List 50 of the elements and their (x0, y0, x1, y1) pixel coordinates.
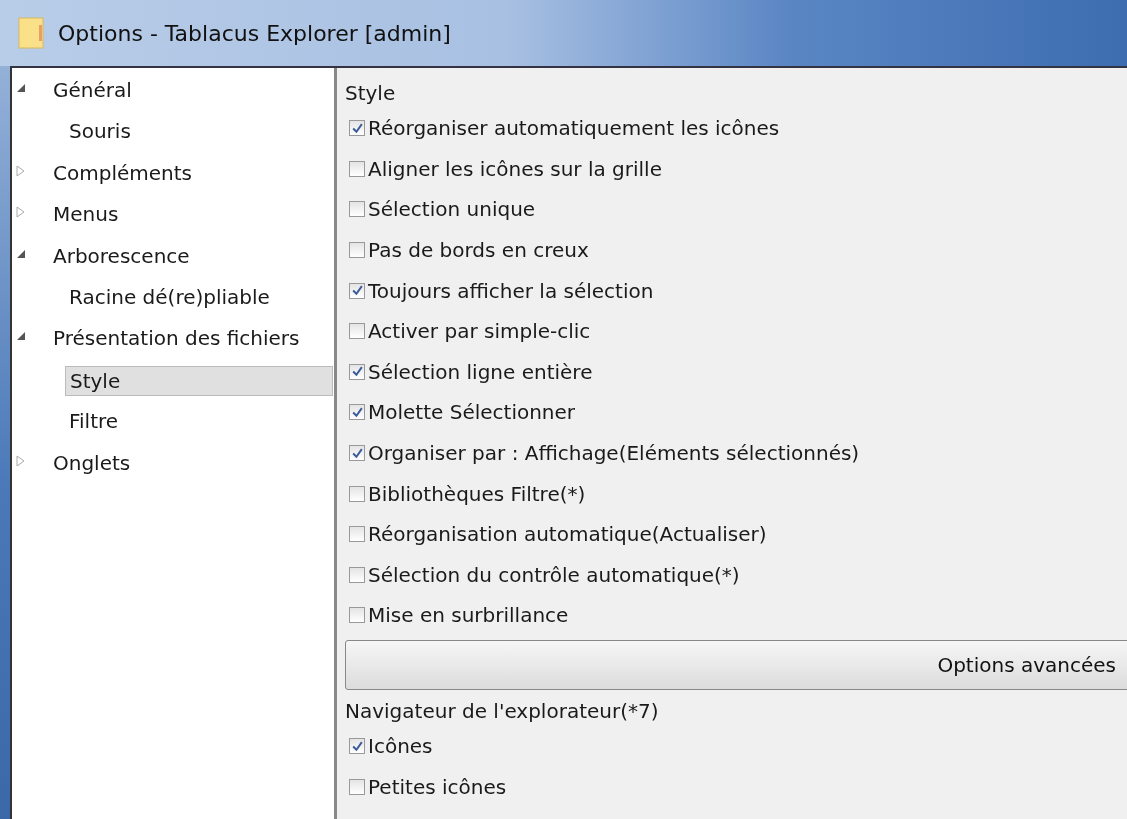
checkbox-label: Aligner les icônes sur la grille (368, 156, 662, 181)
checkbox-label: Sélection ligne entière (368, 359, 593, 384)
tree-item[interactable]: Compléments (49, 158, 196, 187)
tree-item[interactable]: Filtre (65, 407, 123, 436)
checkbox[interactable] (349, 323, 365, 340)
tree-item[interactable]: Arborescence (49, 241, 194, 270)
checkbox-label: Organiser par : Affichage(Eléments sélectionnés) (368, 441, 860, 466)
collapsed-arrow-icon[interactable] (16, 206, 26, 219)
checkbox-label: Sélection unique (368, 197, 536, 222)
checkbox[interactable] (349, 404, 365, 421)
tree-item[interactable]: Souris (65, 117, 135, 146)
collapsed-arrow-icon[interactable] (16, 164, 26, 177)
expanded-arrow-icon[interactable] (16, 82, 26, 94)
checkbox-label: Icônes (368, 734, 433, 758)
tree-item[interactable]: Présentation des fichiers (49, 324, 304, 353)
tree-item[interactable]: Style (65, 365, 333, 396)
checkbox-label: Molette Sélectionner (368, 400, 576, 425)
checkbox[interactable] (349, 120, 365, 137)
checkbox[interactable] (349, 160, 365, 177)
tree-item[interactable]: Onglets (49, 448, 135, 477)
checkbox-label: Petites icônes (368, 774, 507, 799)
checkbox-label: Mise en surbrillance (368, 603, 569, 628)
checkbox[interactable] (349, 778, 365, 795)
checkbox-label: Réorganiser automatiquement les icônes (368, 116, 780, 141)
tree-item[interactable]: Racine dé(re)pliable (65, 282, 274, 311)
checkbox[interactable] (349, 201, 365, 218)
section-heading: Navigateur de l'explorateur(*7) (345, 697, 659, 725)
expanded-arrow-icon[interactable] (16, 330, 26, 343)
checkbox-label: Pas de bords en creux (368, 238, 589, 263)
tree-item[interactable]: Général (49, 76, 136, 104)
window-title: Options - Tablacus Explorer [admin] (58, 20, 451, 46)
section-heading: Style (345, 80, 396, 107)
checkbox[interactable] (349, 242, 365, 259)
checkbox[interactable] (349, 738, 365, 754)
checkbox-label: Activer par simple-clic (368, 319, 591, 344)
tree-item[interactable]: Menus (49, 200, 123, 229)
checkbox-label: Toujours afficher la sélection (368, 278, 654, 303)
checkbox-label: Sélection du contrôle automatique(*) (368, 562, 740, 587)
checkbox[interactable] (349, 363, 365, 380)
checkbox[interactable] (349, 282, 365, 299)
checkbox-label: Réorganisation automatique(Actualiser) (368, 522, 767, 547)
checkbox[interactable] (349, 526, 365, 543)
advanced-options-button[interactable]: Options avancées (345, 639, 1127, 690)
checkbox[interactable] (349, 566, 365, 583)
checkbox-label: Bibliothèques Filtre(*) (368, 481, 586, 506)
checkbox[interactable] (349, 607, 365, 624)
folder-icon (18, 17, 44, 49)
collapsed-arrow-icon[interactable] (16, 454, 26, 467)
checkbox[interactable] (349, 485, 365, 502)
checkbox[interactable] (349, 445, 365, 462)
